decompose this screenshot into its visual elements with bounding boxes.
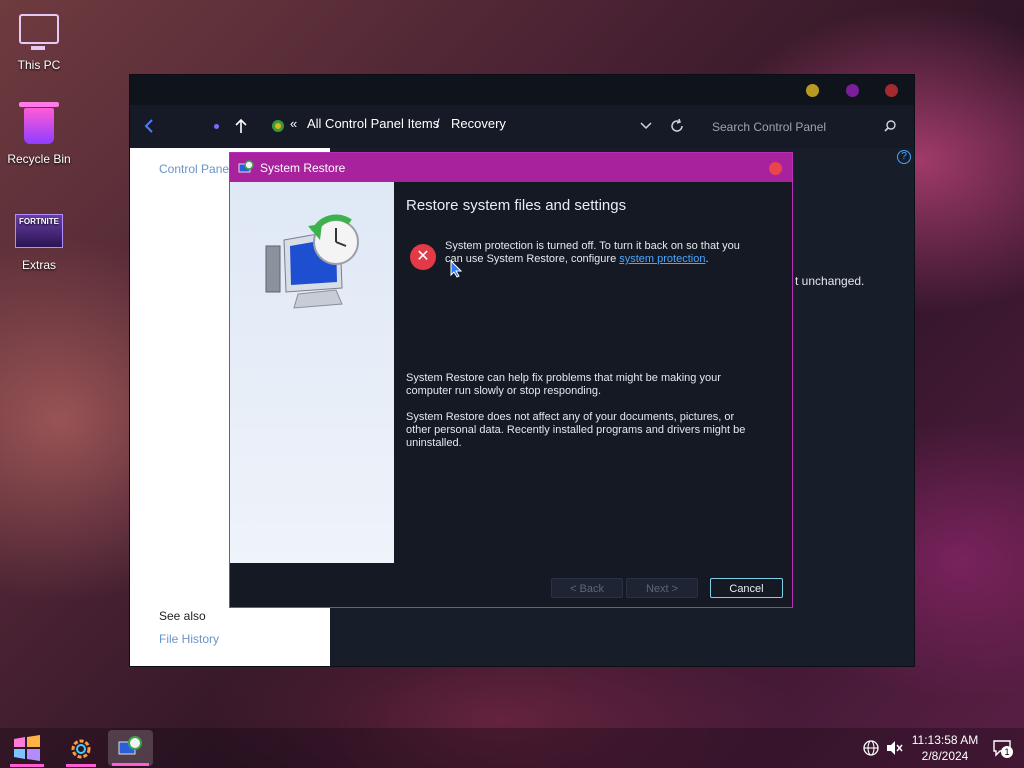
- see-also-heading: See also: [159, 609, 206, 623]
- system-restore-taskbar-button[interactable]: [108, 730, 153, 766]
- cancel-button[interactable]: Cancel: [710, 578, 783, 598]
- dialog-title: System Restore: [260, 161, 346, 175]
- clock-time: 11:13:58 AM: [911, 733, 979, 747]
- forward-dot-icon[interactable]: [214, 124, 219, 129]
- search-input[interactable]: Search Control Panel: [698, 111, 908, 141]
- info-paragraph-1: System Restore can help fix problems tha…: [406, 372, 721, 397]
- clock[interactable]: 11:13:58 AM 2/8/2024: [906, 732, 984, 764]
- system-restore-icon: [238, 160, 254, 173]
- back-button[interactable]: < Back: [551, 578, 623, 598]
- breadcrumb-all-control-panel-items[interactable]: All Control Panel Items: [307, 116, 439, 131]
- recovery-description-text: t unchanged.: [795, 274, 865, 288]
- window-titlebar: [130, 75, 914, 105]
- desktop-icon-label: This PC: [17, 58, 61, 72]
- dialog-side-panel: [230, 182, 394, 563]
- breadcrumb-chevron[interactable]: «: [290, 116, 297, 131]
- dialog-titlebar: System Restore: [230, 153, 792, 182]
- close-button[interactable]: [885, 84, 898, 97]
- control-panel-home-link[interactable]: Control Panel: [159, 162, 232, 176]
- system-restore-illustration-icon: [265, 214, 359, 309]
- volume-muted-icon[interactable]: [886, 740, 904, 756]
- breadcrumb-recovery[interactable]: Recovery: [451, 116, 506, 131]
- computer-icon: [19, 14, 59, 50]
- start-active-indicator: [10, 764, 44, 767]
- error-message: System protection is turned off. To turn…: [445, 240, 755, 266]
- search-placeholder: Search Control Panel: [712, 120, 827, 134]
- chevron-down-icon[interactable]: [640, 122, 652, 130]
- search-icon[interactable]: [884, 120, 896, 132]
- address-bar: « All Control Panel Items / Recovery Sea…: [130, 105, 914, 148]
- system-protection-link[interactable]: system protection: [619, 253, 705, 265]
- help-icon[interactable]: ?: [897, 150, 911, 164]
- desktop-icon-extras[interactable]: FORTNITE Extras: [0, 214, 78, 272]
- recycle-bin-icon: [19, 102, 59, 144]
- system-restore-dialog: System Restore Restore system files and …: [229, 152, 793, 608]
- system-restore-icon: [118, 736, 142, 755]
- refresh-icon[interactable]: [669, 118, 685, 134]
- next-button[interactable]: Next >: [626, 578, 698, 598]
- error-icon: ✕: [410, 244, 436, 270]
- breadcrumb-separator: /: [436, 116, 440, 131]
- desktop-icon-this-pc[interactable]: This PC: [0, 10, 78, 72]
- desktop-icon-label: Recycle Bin: [7, 152, 71, 166]
- taskbar-active-indicator: [112, 763, 149, 766]
- control-panel-icon: [272, 120, 284, 132]
- notification-center-button[interactable]: 1: [992, 739, 1014, 759]
- network-globe-icon[interactable]: [862, 739, 880, 757]
- clock-date: 2/8/2024: [921, 749, 969, 763]
- info-paragraph-2: System Restore does not affect any of yo…: [406, 411, 746, 449]
- settings-active-indicator: [66, 764, 96, 767]
- mouse-cursor-icon: [450, 260, 462, 278]
- notification-count-badge: 1: [1001, 746, 1013, 758]
- maximize-button[interactable]: [846, 84, 859, 97]
- settings-gear-icon[interactable]: [68, 736, 94, 762]
- error-message-end: .: [705, 253, 709, 265]
- desktop-icon-recycle-bin[interactable]: Recycle Bin: [0, 102, 78, 166]
- file-history-link[interactable]: File History: [159, 632, 219, 646]
- minimize-button[interactable]: [806, 84, 819, 97]
- dialog-close-button[interactable]: [769, 162, 782, 175]
- back-arrow-icon[interactable]: [144, 118, 154, 134]
- start-windows-icon[interactable]: [13, 735, 41, 761]
- desktop-icon-label: Extras: [21, 258, 56, 272]
- dialog-heading: Restore system files and settings: [406, 197, 627, 214]
- up-arrow-icon[interactable]: [234, 118, 248, 134]
- fortnite-icon: FORTNITE: [15, 214, 63, 248]
